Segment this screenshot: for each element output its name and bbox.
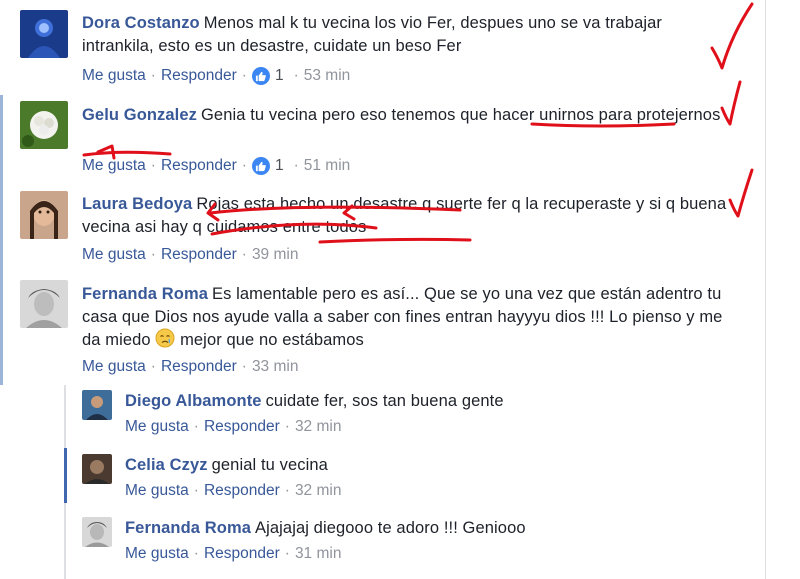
scrollbar[interactable] — [765, 0, 800, 579]
reply-author[interactable]: Diego Albamonte — [125, 392, 262, 410]
like-button[interactable]: Me gusta — [82, 358, 146, 376]
comment-actions: Me gusta · Responder · 1 · 53 min — [82, 67, 350, 85]
comment-body: Fernanda Roma Es lamentable pero es así..… — [82, 283, 732, 355]
underline-annotation — [82, 150, 172, 157]
separator: · — [193, 482, 199, 499]
separator: · — [284, 418, 290, 435]
avatar[interactable] — [20, 280, 68, 328]
reply-text: Ajajajaj diegooo te adoro !!! Geniooo — [255, 519, 526, 537]
reply-text: genial tu vecina — [211, 456, 328, 474]
reply-body: Fernanda Roma Ajajajaj diegooo te adoro !… — [125, 517, 725, 540]
comment-author[interactable]: Gelu Gonzalez — [82, 106, 197, 124]
avatar[interactable] — [82, 390, 112, 420]
comments-panel: Dora Costanzo Menos mal k tu vecina los v… — [0, 0, 765, 579]
reply-body: Celia Czyz genial tu vecina — [125, 454, 725, 477]
underline-annotation — [318, 237, 472, 244]
like-button[interactable]: Me gusta — [125, 482, 189, 500]
separator: · — [150, 246, 156, 263]
separator: · — [284, 482, 290, 499]
avatar[interactable] — [82, 517, 112, 547]
timestamp[interactable]: 33 min — [252, 358, 299, 376]
reply-text: cuidate fer, sos tan buena gente — [265, 392, 504, 410]
reply-button[interactable]: Responder — [204, 418, 280, 436]
crying-face-icon — [155, 328, 175, 355]
reply-button[interactable]: Responder — [161, 67, 237, 85]
timestamp[interactable]: 39 min — [252, 246, 299, 264]
comment-text-continued: mejor que no estábamos — [180, 331, 364, 349]
reply-button[interactable]: Responder — [161, 358, 237, 376]
reply-author[interactable]: Celia Czyz — [125, 456, 208, 474]
reply-actions: Me gusta · Responder · 32 min — [125, 418, 341, 436]
reply-button[interactable]: Responder — [204, 545, 280, 563]
reply-author[interactable]: Fernanda Roma — [125, 519, 251, 537]
separator: · — [150, 67, 156, 84]
checkmark-annotation — [728, 168, 754, 218]
separator: · — [293, 157, 299, 174]
comment-body: Dora Costanzo Menos mal k tu vecina los v… — [82, 12, 732, 57]
avatar[interactable] — [20, 10, 68, 58]
reply-body: Diego Albamonte cuidate fer, sos tan buen… — [125, 390, 725, 413]
comment-actions: Me gusta · Responder · 1 · 51 min — [82, 157, 350, 175]
reply-button[interactable]: Responder — [161, 157, 237, 175]
separator: · — [241, 67, 247, 84]
separator: · — [150, 358, 156, 375]
separator: · — [241, 358, 247, 375]
separator: · — [193, 418, 199, 435]
separator: · — [284, 545, 290, 562]
comment-author[interactable]: Dora Costanzo — [82, 14, 200, 32]
separator: · — [293, 67, 299, 84]
timestamp[interactable]: 31 min — [295, 545, 342, 563]
separator: · — [241, 157, 247, 174]
thumbs-up-icon — [251, 157, 270, 175]
reaction-count[interactable]: 1 — [251, 67, 289, 85]
thread-indicator — [0, 95, 3, 385]
like-button[interactable]: Me gusta — [125, 418, 189, 436]
reply-actions: Me gusta · Responder · 32 min — [125, 482, 341, 500]
timestamp[interactable]: 32 min — [295, 482, 342, 500]
timestamp[interactable]: 51 min — [304, 157, 351, 175]
comment-author[interactable]: Laura Bedoya — [82, 195, 192, 213]
like-button[interactable]: Me gusta — [82, 246, 146, 264]
separator: · — [150, 157, 156, 174]
reply-thread-line-active — [64, 448, 67, 503]
separator: · — [241, 246, 247, 263]
thumbs-up-icon — [251, 67, 270, 85]
reply-actions: Me gusta · Responder · 31 min — [125, 545, 341, 563]
comment-body: Laura Bedoya Rojas esta hecho un desastre… — [82, 193, 732, 238]
reply-button[interactable]: Responder — [204, 482, 280, 500]
timestamp[interactable]: 53 min — [304, 67, 351, 85]
comment-author[interactable]: Fernanda Roma — [82, 285, 208, 303]
timestamp[interactable]: 32 min — [295, 418, 342, 436]
avatar[interactable] — [82, 454, 112, 484]
reaction-count[interactable]: 1 — [251, 157, 289, 175]
comment-actions: Me gusta · Responder · 33 min — [82, 358, 298, 376]
comment-actions: Me gusta · Responder · 39 min — [82, 246, 298, 264]
reply-button[interactable]: Responder — [161, 246, 237, 264]
avatar[interactable] — [20, 101, 68, 149]
comment-body: Gelu Gonzalez Genia tu vecina pero eso te… — [82, 104, 732, 127]
comment-text: Genia tu vecina pero eso tenemos que hac… — [201, 106, 721, 124]
separator: · — [193, 545, 199, 562]
like-button[interactable]: Me gusta — [82, 157, 146, 175]
like-button[interactable]: Me gusta — [82, 67, 146, 85]
like-button[interactable]: Me gusta — [125, 545, 189, 563]
avatar[interactable] — [20, 191, 68, 239]
